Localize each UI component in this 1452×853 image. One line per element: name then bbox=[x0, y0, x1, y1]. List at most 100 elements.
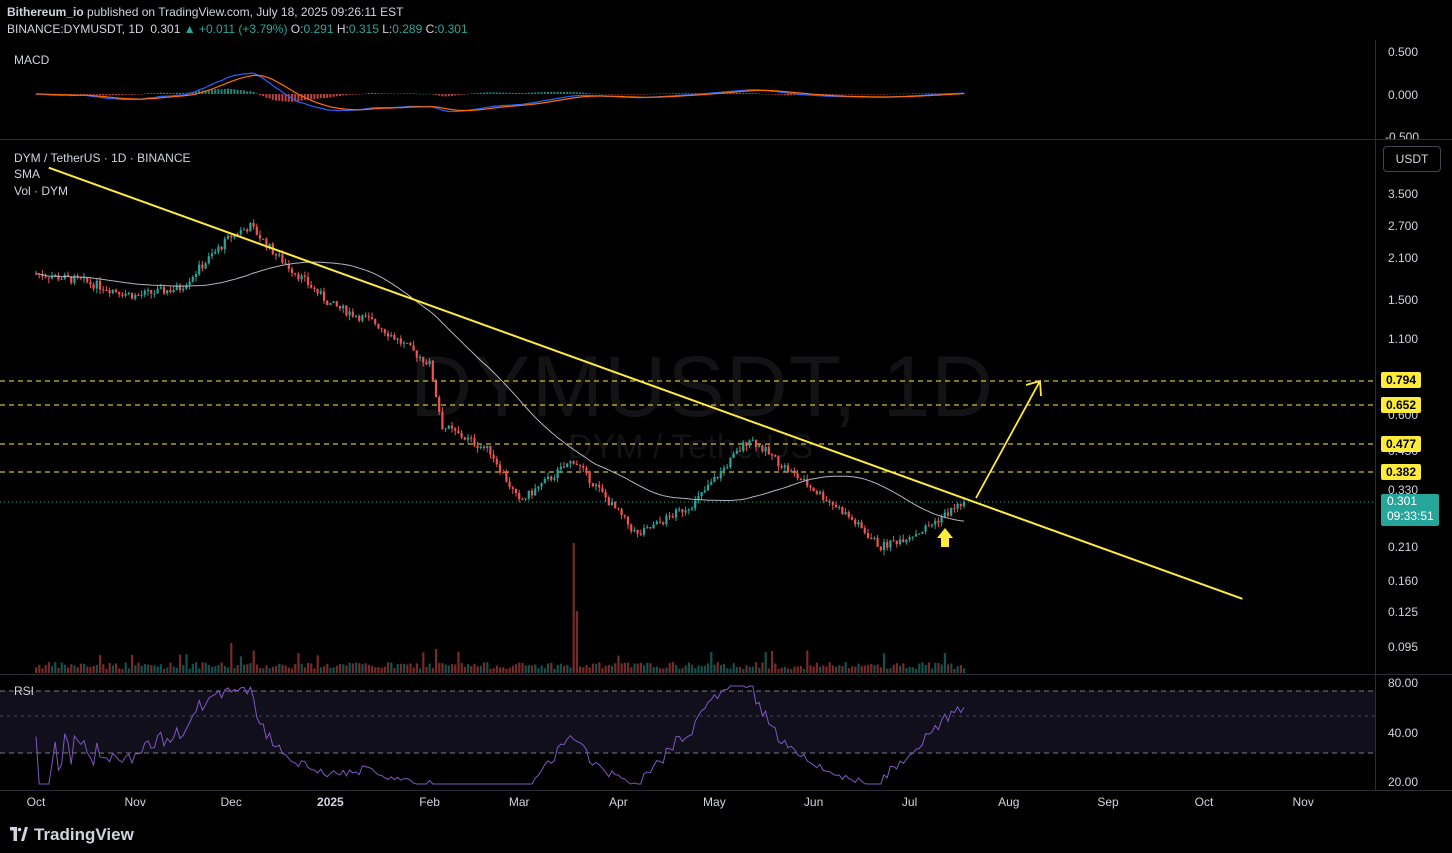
macd-histogram-bar bbox=[342, 94, 345, 96]
macd-histogram-bar bbox=[831, 94, 834, 95]
candle-body bbox=[354, 315, 358, 317]
volume-bar bbox=[873, 665, 876, 673]
volume-bar bbox=[662, 668, 665, 673]
volume-bar bbox=[963, 668, 966, 673]
volume-bar bbox=[598, 662, 601, 673]
macd-histogram-bar bbox=[915, 93, 917, 94]
tradingview-logo[interactable]: TradingView bbox=[8, 825, 134, 845]
volume-bar bbox=[399, 663, 402, 673]
rsi-title[interactable]: RSI bbox=[14, 684, 34, 698]
candle-body bbox=[338, 305, 342, 309]
candle-body bbox=[194, 274, 198, 277]
volume-bar bbox=[134, 665, 137, 673]
macd-histogram-bar bbox=[524, 92, 527, 94]
candle-body bbox=[886, 542, 889, 548]
volume-bar bbox=[793, 666, 796, 673]
volume-bar bbox=[595, 663, 598, 673]
volume-bar bbox=[83, 663, 86, 673]
volume-bar bbox=[121, 668, 124, 673]
volume-bar bbox=[703, 665, 706, 673]
volume-bar bbox=[335, 665, 338, 673]
macd-title[interactable]: MACD bbox=[14, 53, 49, 67]
candle-body bbox=[902, 539, 905, 543]
volume-title[interactable]: Vol · DYM bbox=[14, 184, 68, 198]
candle-body bbox=[578, 465, 582, 467]
candle-body bbox=[441, 411, 444, 430]
volume-bar bbox=[316, 655, 319, 673]
volume-bar bbox=[876, 664, 879, 673]
macd-histogram-bar bbox=[828, 94, 831, 95]
macd-histogram-bar bbox=[857, 94, 860, 95]
volume-bar bbox=[89, 667, 92, 673]
volume-bar bbox=[751, 666, 754, 673]
volume-bar bbox=[460, 662, 463, 673]
volume-bar bbox=[483, 662, 486, 673]
macd-histogram-bar bbox=[275, 94, 277, 101]
level-badge: 0.652 bbox=[1381, 397, 1421, 413]
candle-body bbox=[889, 540, 892, 548]
macd-histogram-bar bbox=[406, 93, 409, 94]
candle-body bbox=[735, 450, 738, 454]
candle-body bbox=[479, 446, 482, 449]
macd-histogram-bar bbox=[553, 91, 556, 94]
volume-bar bbox=[735, 667, 738, 673]
macd-histogram-bar bbox=[415, 93, 418, 95]
volume-bar bbox=[406, 664, 409, 673]
candle-body bbox=[434, 381, 438, 398]
candle-body bbox=[454, 428, 457, 431]
candle-body bbox=[751, 439, 754, 441]
volume-bar bbox=[927, 662, 930, 673]
volume-bar bbox=[355, 662, 358, 673]
candle-body bbox=[770, 454, 774, 456]
volume-bar bbox=[665, 667, 668, 673]
volume-bar bbox=[732, 663, 735, 673]
candle-body bbox=[758, 445, 761, 448]
macd-histogram-bar bbox=[921, 93, 924, 94]
volume-bar bbox=[585, 664, 588, 673]
volume-bar bbox=[851, 666, 854, 673]
macd-histogram-bar bbox=[838, 94, 841, 95]
candle-body bbox=[662, 522, 665, 525]
volume-bar bbox=[947, 664, 950, 673]
candle-body bbox=[409, 343, 412, 346]
candle-body bbox=[105, 289, 108, 291]
volume-bar bbox=[678, 668, 681, 673]
volume-bar bbox=[761, 662, 764, 673]
macd-histogram-bar bbox=[230, 88, 233, 94]
volume-bar bbox=[835, 666, 838, 673]
macd-histogram-bar bbox=[83, 94, 85, 95]
macd-histogram-bar bbox=[358, 94, 361, 95]
macd-histogram-bar bbox=[751, 93, 754, 94]
candle-body bbox=[329, 302, 332, 305]
candle-body bbox=[950, 508, 953, 516]
time-tick: Feb bbox=[419, 795, 440, 809]
candle-body bbox=[553, 478, 556, 480]
macd-histogram-bar bbox=[681, 93, 684, 94]
candle-body bbox=[713, 476, 716, 483]
macd-histogram-bar bbox=[99, 94, 101, 96]
candle-body bbox=[172, 290, 175, 293]
currency-button[interactable]: USDT bbox=[1383, 146, 1441, 172]
candle-body bbox=[594, 484, 598, 487]
candle-body bbox=[617, 508, 620, 510]
candle-body bbox=[274, 254, 278, 256]
candle-body bbox=[182, 288, 185, 291]
time-tick: Jul bbox=[901, 795, 918, 809]
sma-title[interactable]: SMA bbox=[14, 167, 40, 181]
candle-body bbox=[438, 397, 441, 412]
volume-bar bbox=[943, 653, 946, 673]
macd-histogram-bar bbox=[179, 92, 181, 94]
candle-body bbox=[380, 328, 383, 330]
main-title[interactable]: DYM / TetherUS · 1D · BINANCE bbox=[14, 151, 190, 165]
candle-body bbox=[425, 362, 428, 365]
drawings[interactable] bbox=[48, 166, 1243, 600]
rsi-band bbox=[0, 691, 1375, 753]
chart-canvas[interactable] bbox=[0, 0, 1452, 853]
candle-body bbox=[518, 492, 521, 499]
volume-bar bbox=[182, 665, 185, 673]
candle-body bbox=[393, 335, 396, 340]
volume-bar bbox=[899, 665, 902, 673]
volume-bar bbox=[451, 664, 454, 673]
candle-body bbox=[412, 345, 415, 351]
volume-bar bbox=[633, 663, 636, 673]
